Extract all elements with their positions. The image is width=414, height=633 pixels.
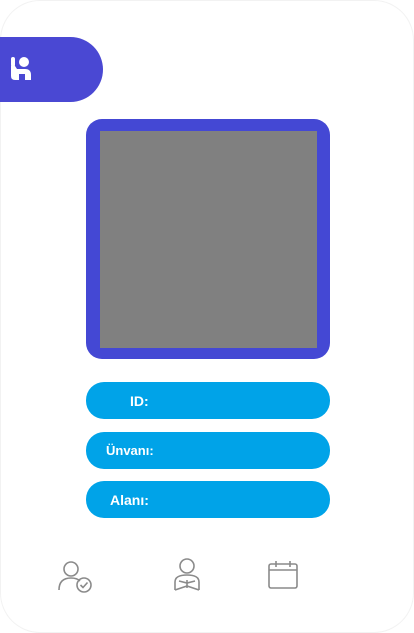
user-check-icon[interactable] xyxy=(58,560,94,594)
profile-photo-frame xyxy=(86,119,330,359)
id-label: ID: xyxy=(130,392,149,409)
app-screen: ID: Ünvanı: Alanı: xyxy=(0,0,414,633)
calendar-icon[interactable] xyxy=(267,560,299,590)
field-pill: Alanı: xyxy=(86,481,330,518)
title-pill: Ünvanı: xyxy=(86,432,330,469)
profile-photo xyxy=(100,131,317,348)
raised-hand-user-icon xyxy=(11,57,31,80)
title-label: Ünvanı: xyxy=(106,443,154,458)
user-reading-icon[interactable] xyxy=(172,558,202,592)
id-pill: ID: xyxy=(86,382,330,419)
header-tab[interactable] xyxy=(0,37,103,102)
field-label: Alanı: xyxy=(110,491,149,508)
